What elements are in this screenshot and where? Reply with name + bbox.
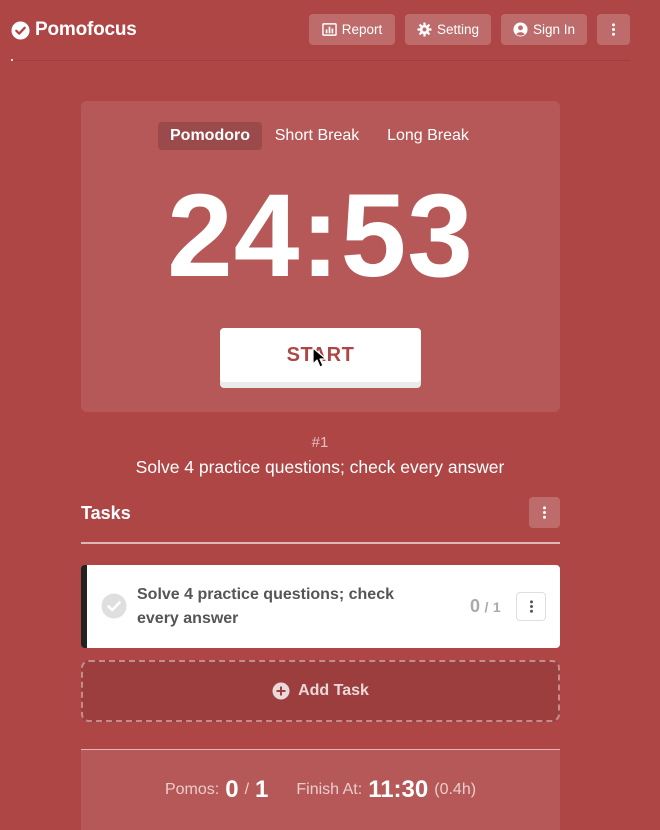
task-title: Solve 4 practice questions; check every … (137, 586, 394, 627)
report-label: Report (341, 22, 383, 37)
tasks-menu-button[interactable] (529, 497, 560, 528)
finish-label: Finish At: (296, 781, 363, 798)
pomos-label: Pomos: (164, 781, 220, 798)
pomos-total: 1 (255, 776, 269, 803)
logo[interactable]: Pomofocus (11, 19, 137, 41)
header-divider (11, 60, 630, 61)
task-pomo-separator: / (484, 599, 489, 615)
add-task-button[interactable]: Add Task (81, 660, 560, 722)
setting-button[interactable]: Setting (405, 14, 491, 45)
task-item[interactable]: Solve 4 practice questions; check every … (81, 565, 560, 648)
header: Pomofocus Report Setting Sign In (0, 0, 660, 62)
task-pomo-count: 0 / 1 (470, 596, 501, 617)
more-vertical-icon (612, 23, 615, 36)
tasks-heading: Tasks (81, 503, 131, 523)
task-check-icon[interactable] (101, 593, 127, 619)
progress-indicator (11, 59, 13, 61)
more-vertical-icon (529, 600, 533, 613)
more-vertical-icon (543, 506, 546, 519)
timer-card: Pomodoro Short Break Long Break 24:53 ST… (81, 101, 560, 412)
bar-chart-icon (321, 23, 337, 36)
summary-bar: Pomos: 0 / 1 Finish At: 11:30 (0.4h) (81, 750, 560, 830)
mouse-cursor-icon (312, 347, 327, 368)
timer-display: 24:53 (167, 170, 474, 302)
plus-circle-icon (272, 682, 290, 700)
sign-in-label: Sign In (532, 22, 576, 37)
finish-duration: (0.4h) (434, 781, 477, 798)
pomos-done: 0 (225, 776, 239, 803)
tasks-divider (81, 542, 560, 544)
pomofocus-app: Pomofocus Report Setting Sign In Pomodor… (0, 0, 660, 830)
tab-short-break[interactable]: Short Break (266, 122, 368, 150)
report-button[interactable]: Report (309, 14, 395, 45)
more-menu-button[interactable] (597, 14, 630, 45)
add-task-label: Add Task (298, 682, 369, 699)
pomos-separator: / (244, 781, 250, 798)
setting-label: Setting (436, 22, 480, 37)
current-task-title: Solve 4 practice questions; check every … (135, 457, 505, 477)
app-name: Pomofocus (35, 19, 137, 40)
finish-time: 11:30 (368, 776, 429, 803)
user-circle-icon (513, 22, 528, 37)
tab-long-break[interactable]: Long Break (378, 122, 478, 150)
check-circle-icon (11, 20, 30, 40)
current-task-number: #1 (311, 434, 329, 451)
task-pomo-done: 0 (470, 596, 481, 616)
gear-icon (417, 22, 432, 37)
sign-in-button[interactable]: Sign In (501, 14, 587, 45)
tab-pomodoro[interactable]: Pomodoro (158, 122, 262, 150)
task-menu-button[interactable] (516, 592, 546, 621)
task-pomo-total: 1 (492, 599, 501, 615)
